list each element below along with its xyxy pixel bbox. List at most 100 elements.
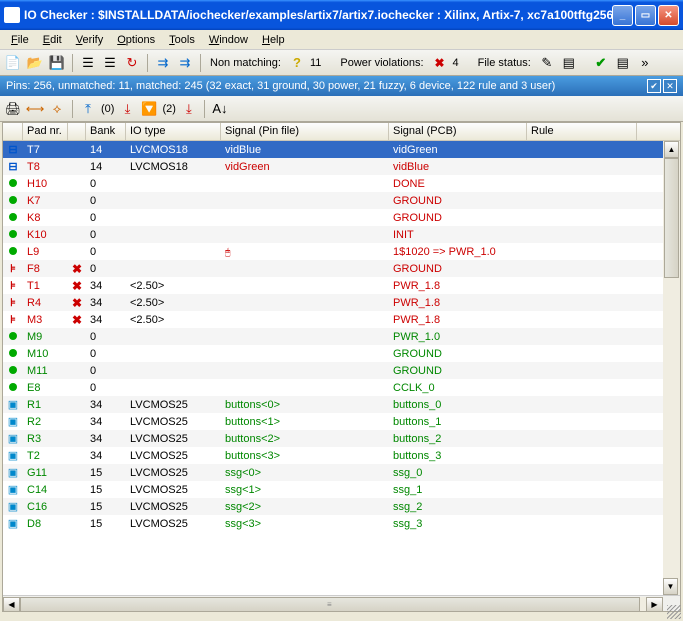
table-row[interactable]: ▣T234LVCMOS25buttons<3>buttons_3 (3, 447, 680, 464)
status-close-icon[interactable]: ✕ (663, 79, 677, 93)
pad-nr: T8 (23, 161, 68, 173)
pad-nr: L9 (23, 246, 68, 258)
scroll-right-icon[interactable]: ▶ (646, 597, 663, 612)
table-row[interactable]: M100GROUND (3, 345, 680, 362)
table-row[interactable]: ⊟T714LVCMOS18vidBluevidGreen (3, 141, 680, 158)
refresh-icon[interactable]: ↻ (123, 54, 141, 72)
column-header[interactable]: Rule (527, 123, 637, 140)
pad-nr: K7 (23, 195, 68, 207)
row-type-icon: ⊧ (3, 279, 23, 292)
file3-icon[interactable]: ▤ (614, 54, 632, 72)
print-icon[interactable]: 🖨 (4, 100, 22, 118)
pad-nr: M9 (23, 331, 68, 343)
filter2-count: (2) (162, 103, 175, 115)
power-violations-label: Power violations: (340, 57, 423, 69)
close-button[interactable]: ✕ (658, 5, 679, 26)
list1-icon[interactable]: ☰ (79, 54, 97, 72)
row-type-icon (3, 178, 23, 190)
table-body[interactable]: ⊟T714LVCMOS18vidBluevidGreen⊟T814LVCMOS1… (3, 141, 680, 595)
scroll-left-icon[interactable]: ◀ (3, 597, 20, 612)
column-header[interactable]: Pad nr. (23, 123, 68, 140)
pad-nr: H10 (23, 178, 68, 190)
menu-edit[interactable]: Edit (36, 32, 69, 48)
table-row[interactable]: ⊧F8✖0GROUND (3, 260, 680, 277)
table-row[interactable]: ▣D815LVCMOS25ssg<3>ssg_3 (3, 515, 680, 532)
table-row[interactable]: H100DONE (3, 175, 680, 192)
titlebar[interactable]: IO Checker : $INSTALLDATA/iochecker/exam… (0, 0, 683, 30)
column-header[interactable]: IO type (126, 123, 221, 140)
align-icon[interactable]: ⟷ (26, 100, 44, 118)
filter1-icon[interactable]: ⤒ (79, 100, 97, 118)
signal-pcb: buttons_0 (389, 399, 527, 411)
column-header[interactable]: Signal (Pin file) (221, 123, 389, 140)
table-row[interactable]: ▣C1415LVCMOS25ssg<1>ssg_1 (3, 481, 680, 498)
table-row[interactable]: ⊟T814LVCMOS18vidGreenvidBlue (3, 158, 680, 175)
menu-window[interactable]: Window (202, 32, 255, 48)
sort-icon[interactable]: A↓ (211, 100, 229, 118)
table-row[interactable]: E80CCLK_0 (3, 379, 680, 396)
column-header[interactable] (3, 123, 23, 140)
table-row[interactable]: ⊧T1✖34<2.50>PWR_1.8 (3, 277, 680, 294)
table-row[interactable]: M110GROUND (3, 362, 680, 379)
pad-nr: E8 (23, 382, 68, 394)
table-row[interactable]: K70GROUND (3, 192, 680, 209)
table-row[interactable]: ⊧M3✖34<2.50>PWR_1.8 (3, 311, 680, 328)
bank: 0 (86, 263, 126, 275)
tune-icon[interactable]: ⟡ (48, 100, 66, 118)
vertical-scrollbar[interactable]: ▲ ▼ (663, 141, 680, 595)
filter1-count: (0) (101, 103, 114, 115)
table-row[interactable]: ▣C1615LVCMOS25ssg<2>ssg_2 (3, 498, 680, 515)
table-row[interactable]: ▣R234LVCMOS25buttons<1>buttons_1 (3, 413, 680, 430)
menu-verify[interactable]: Verify (69, 32, 111, 48)
check-icon[interactable]: ✔ (592, 54, 610, 72)
funnel-icon[interactable]: 🔽 (140, 100, 158, 118)
signal-pin: buttons<1> (221, 416, 389, 428)
column-header[interactable]: Signal (PCB) (389, 123, 527, 140)
signal-pcb: buttons_1 (389, 416, 527, 428)
menu-help[interactable]: Help (255, 32, 292, 48)
file1-icon[interactable]: ✎ (538, 54, 556, 72)
scroll-thumb[interactable] (664, 158, 679, 278)
signal-pcb: PWR_1.8 (389, 297, 527, 309)
signal-pcb: GROUND (389, 348, 527, 360)
menu-file[interactable]: File (4, 32, 36, 48)
table-row[interactable]: K100INIT (3, 226, 680, 243)
column-header[interactable] (68, 123, 86, 140)
filestatus-label: File status: (478, 57, 531, 69)
table-row[interactable]: L90 🖱1$1020 => PWR_1.0 (3, 243, 680, 260)
list2-icon[interactable]: ☰ (101, 54, 119, 72)
open-icon[interactable]: 📂 (26, 54, 44, 72)
tree1-icon[interactable]: ⇉ (154, 54, 172, 72)
filter1b-icon[interactable]: ⤓ (118, 100, 136, 118)
table-row[interactable]: ▣R334LVCMOS25buttons<2>buttons_2 (3, 430, 680, 447)
x-icon[interactable]: ✖ (431, 54, 449, 72)
tree2-icon[interactable]: ⇉ (176, 54, 194, 72)
new-icon[interactable]: 📄 (4, 54, 22, 72)
maximize-button[interactable]: ▭ (635, 5, 656, 26)
menu-tools[interactable]: Tools (162, 32, 202, 48)
help-icon[interactable]: ? (288, 54, 306, 72)
column-header[interactable]: Bank (86, 123, 126, 140)
filter2b-icon[interactable]: ⤓ (180, 100, 198, 118)
table-row[interactable]: M90PWR_1.0 (3, 328, 680, 345)
more-icon[interactable]: » (636, 54, 654, 72)
table-row[interactable]: ▣G1115LVCMOS25ssg<0>ssg_0 (3, 464, 680, 481)
scroll-down-icon[interactable]: ▼ (663, 578, 678, 595)
table-row[interactable]: ⊧R4✖34<2.50>PWR_1.8 (3, 294, 680, 311)
horizontal-scrollbar[interactable]: ◀ ≡ ▶ (3, 595, 680, 612)
scroll-up-icon[interactable]: ▲ (664, 141, 679, 158)
table-row[interactable]: K80GROUND (3, 209, 680, 226)
menu-options[interactable]: Options (110, 32, 162, 48)
file2-icon[interactable]: ▤ (560, 54, 578, 72)
pad-nr: R4 (23, 297, 68, 309)
pad-nr: M11 (23, 365, 68, 377)
row-type-icon: ⊧ (3, 313, 23, 326)
resize-grip[interactable] (667, 605, 681, 619)
signal-pin: ssg<2> (221, 501, 389, 513)
table-row[interactable]: ▣R134LVCMOS25buttons<0>buttons_0 (3, 396, 680, 413)
minimize-button[interactable]: _ (612, 5, 633, 26)
save-icon[interactable]: 💾 (48, 54, 66, 72)
io-type: LVCMOS25 (126, 501, 221, 513)
status-check-icon[interactable]: ✔ (647, 79, 661, 93)
signal-pcb: GROUND (389, 263, 527, 275)
